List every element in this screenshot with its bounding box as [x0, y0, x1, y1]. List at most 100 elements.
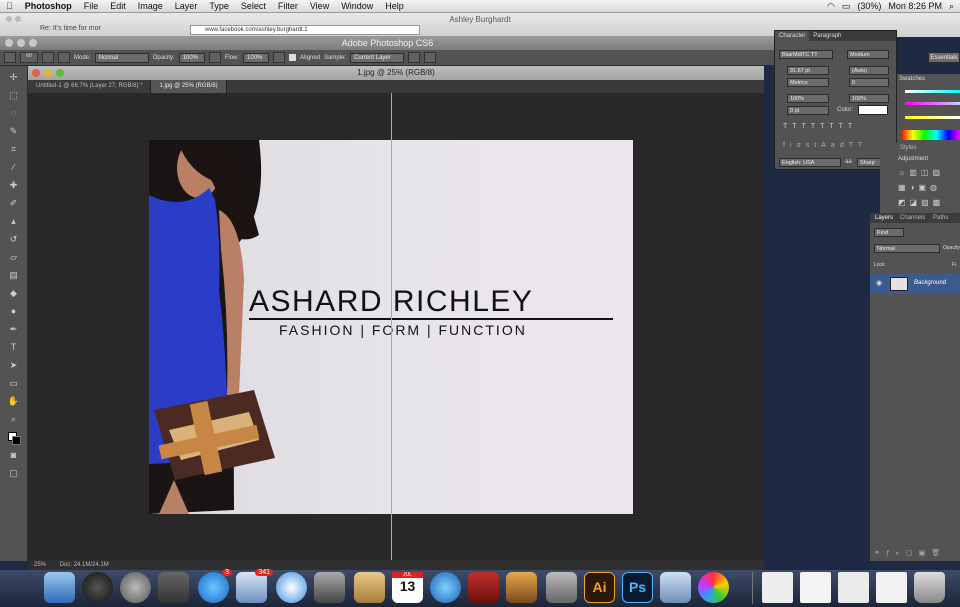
doc-zoom-button[interactable]: [56, 69, 64, 77]
layer-row-background[interactable]: ◉ Background: [870, 274, 960, 294]
text-color-swatch[interactable]: [858, 105, 888, 115]
font-style-select[interactable]: Medium: [847, 50, 889, 59]
ps-minimize-button[interactable]: [17, 39, 25, 47]
battery-icon[interactable]: ▭: [842, 1, 851, 12]
wifi-icon[interactable]: ◠: [827, 1, 835, 12]
zoom-tool-icon[interactable]: ⌕: [7, 412, 21, 426]
visibility-eye-icon[interactable]: ◉: [876, 279, 882, 287]
tab-channels[interactable]: Channels: [900, 215, 925, 221]
dodge-tool-icon[interactable]: ●: [7, 304, 21, 318]
language-select[interactable]: English: USA: [779, 158, 841, 167]
aligned-checkbox[interactable]: [289, 54, 297, 61]
move-tool-icon[interactable]: ✢: [7, 70, 21, 84]
itunes-icon[interactable]: [430, 572, 461, 603]
pressure-opacity-icon[interactable]: [208, 52, 221, 63]
leading-field[interactable]: (Auto): [849, 66, 889, 75]
layer-filter-select[interactable]: Kind: [874, 228, 904, 237]
history-brush-tool-icon[interactable]: ↺: [7, 232, 21, 246]
font-family-select[interactable]: BlairMdITC TT: [779, 50, 833, 59]
adjustment-icons-row-2[interactable]: ▦◑▣◍: [898, 183, 941, 192]
app-store-icon[interactable]: 3: [198, 569, 232, 603]
document-stack-icon[interactable]: [762, 572, 793, 603]
clone-stamp-tool-icon[interactable]: ▴: [7, 214, 21, 228]
ps-close-button[interactable]: [5, 39, 13, 47]
opentype-buttons[interactable]: fiσstAadTT: [783, 142, 867, 149]
zoom-level[interactable]: 25%: [34, 562, 46, 568]
doc-close-button[interactable]: [32, 69, 40, 77]
tab-1-jpg[interactable]: 1.jpg @ 25% (RGB/8): [151, 80, 227, 93]
menu-view[interactable]: View: [304, 1, 335, 11]
doc-size[interactable]: Doc: 24.1M/24.1M: [60, 562, 109, 568]
menu-layer[interactable]: Layer: [169, 1, 204, 11]
color-ramp[interactable]: [901, 130, 960, 140]
gradient-tool-icon[interactable]: ▤: [7, 268, 21, 282]
text-style-buttons[interactable]: TTTTTTTT: [783, 123, 857, 130]
marquee-tool-icon[interactable]: ⬚: [7, 88, 21, 102]
workspace-switcher[interactable]: Essentials: [928, 52, 960, 63]
doc-minimize-button[interactable]: [44, 69, 52, 77]
calendar-icon[interactable]: JUL 13: [392, 572, 423, 603]
screen-mode-icon[interactable]: ▢: [7, 466, 21, 480]
layer-actions[interactable]: ⚭ƒ◐▢▣🗑: [874, 549, 946, 557]
launchpad-icon[interactable]: [120, 572, 151, 603]
tab-paths[interactable]: Paths: [933, 215, 948, 221]
iphoto-icon[interactable]: [506, 572, 537, 603]
quick-mask-icon[interactable]: ◙: [7, 448, 21, 462]
tab-styles[interactable]: Styles: [900, 145, 916, 151]
brush-tool-icon[interactable]: ✐: [7, 196, 21, 210]
menu-filter[interactable]: Filter: [272, 1, 304, 11]
menu-edit[interactable]: Edit: [104, 1, 132, 11]
horizontal-scale-field[interactable]: 100%: [849, 94, 889, 103]
pressure-size-icon[interactable]: [424, 52, 437, 63]
tab-character[interactable]: Character: [775, 31, 810, 41]
photo-booth-icon[interactable]: [468, 572, 499, 603]
flow-field[interactable]: 100%: [243, 52, 270, 63]
ignore-adjustment-icon[interactable]: [408, 52, 421, 63]
blur-tool-icon[interactable]: ◆: [7, 286, 21, 300]
document-stack-icon[interactable]: [876, 572, 907, 603]
browser-tab[interactable]: Re: It's time for mor: [40, 25, 101, 32]
mode-select[interactable]: Normal: [94, 52, 149, 63]
tracking-field[interactable]: 0: [849, 78, 889, 87]
tab-paragraph[interactable]: Paragraph: [809, 31, 845, 41]
hand-tool-icon[interactable]: ✋: [7, 394, 21, 408]
blue-slider[interactable]: [905, 116, 960, 119]
eyedropper-tool-icon[interactable]: ∕: [7, 160, 21, 174]
document-stack-icon[interactable]: [838, 572, 869, 603]
sample-select[interactable]: Current Layer: [350, 52, 405, 63]
kerning-field[interactable]: Metrics: [787, 78, 829, 87]
adjustment-icons-row-3[interactable]: ◩◪▧▩: [898, 198, 944, 207]
clone-stamp-preset-icon[interactable]: [4, 52, 16, 63]
browser-url-field[interactable]: www.facebook.com/ashley.burghardt.1: [190, 25, 420, 35]
color-swatches[interactable]: [7, 430, 21, 445]
crop-tool-icon[interactable]: ⌗: [7, 142, 21, 156]
brush-size-picker[interactable]: 60: [20, 52, 38, 63]
trash-icon[interactable]: [914, 572, 945, 603]
facetime-icon[interactable]: [314, 572, 345, 603]
address-book-icon[interactable]: [354, 572, 385, 603]
preview-icon[interactable]: [660, 572, 691, 603]
brush-panel-icon[interactable]: [42, 52, 54, 63]
mission-control-icon[interactable]: [158, 572, 189, 603]
color-picker-app-icon[interactable]: [698, 572, 729, 603]
menu-help[interactable]: Help: [379, 1, 410, 11]
eraser-tool-icon[interactable]: ▱: [7, 250, 21, 264]
adjustment-icons-row-1[interactable]: ☼▥◫▨: [898, 168, 944, 177]
illustrator-icon[interactable]: Ai: [584, 572, 615, 603]
document-stack-icon[interactable]: [800, 572, 831, 603]
red-slider[interactable]: [905, 90, 960, 93]
clone-source-icon[interactable]: [58, 52, 70, 63]
type-tool-icon[interactable]: T: [7, 340, 21, 354]
menu-file[interactable]: File: [78, 1, 105, 11]
vertical-guide[interactable]: [391, 93, 392, 560]
ps-zoom-button[interactable]: [29, 39, 37, 47]
photoshop-icon[interactable]: Ps: [622, 572, 653, 603]
tab-untitled-1[interactable]: Untitled-1 @ 66.7% (Layer 27, RGB/8) *: [28, 80, 152, 93]
quick-select-tool-icon[interactable]: ✎: [7, 124, 21, 138]
tab-layers[interactable]: Layers: [875, 215, 893, 221]
menu-select[interactable]: Select: [235, 1, 272, 11]
spotlight-icon[interactable]: ⌕: [949, 1, 954, 12]
path-select-tool-icon[interactable]: ➤: [7, 358, 21, 372]
menu-image[interactable]: Image: [132, 1, 169, 11]
pen-tool-icon[interactable]: ✒: [7, 322, 21, 336]
